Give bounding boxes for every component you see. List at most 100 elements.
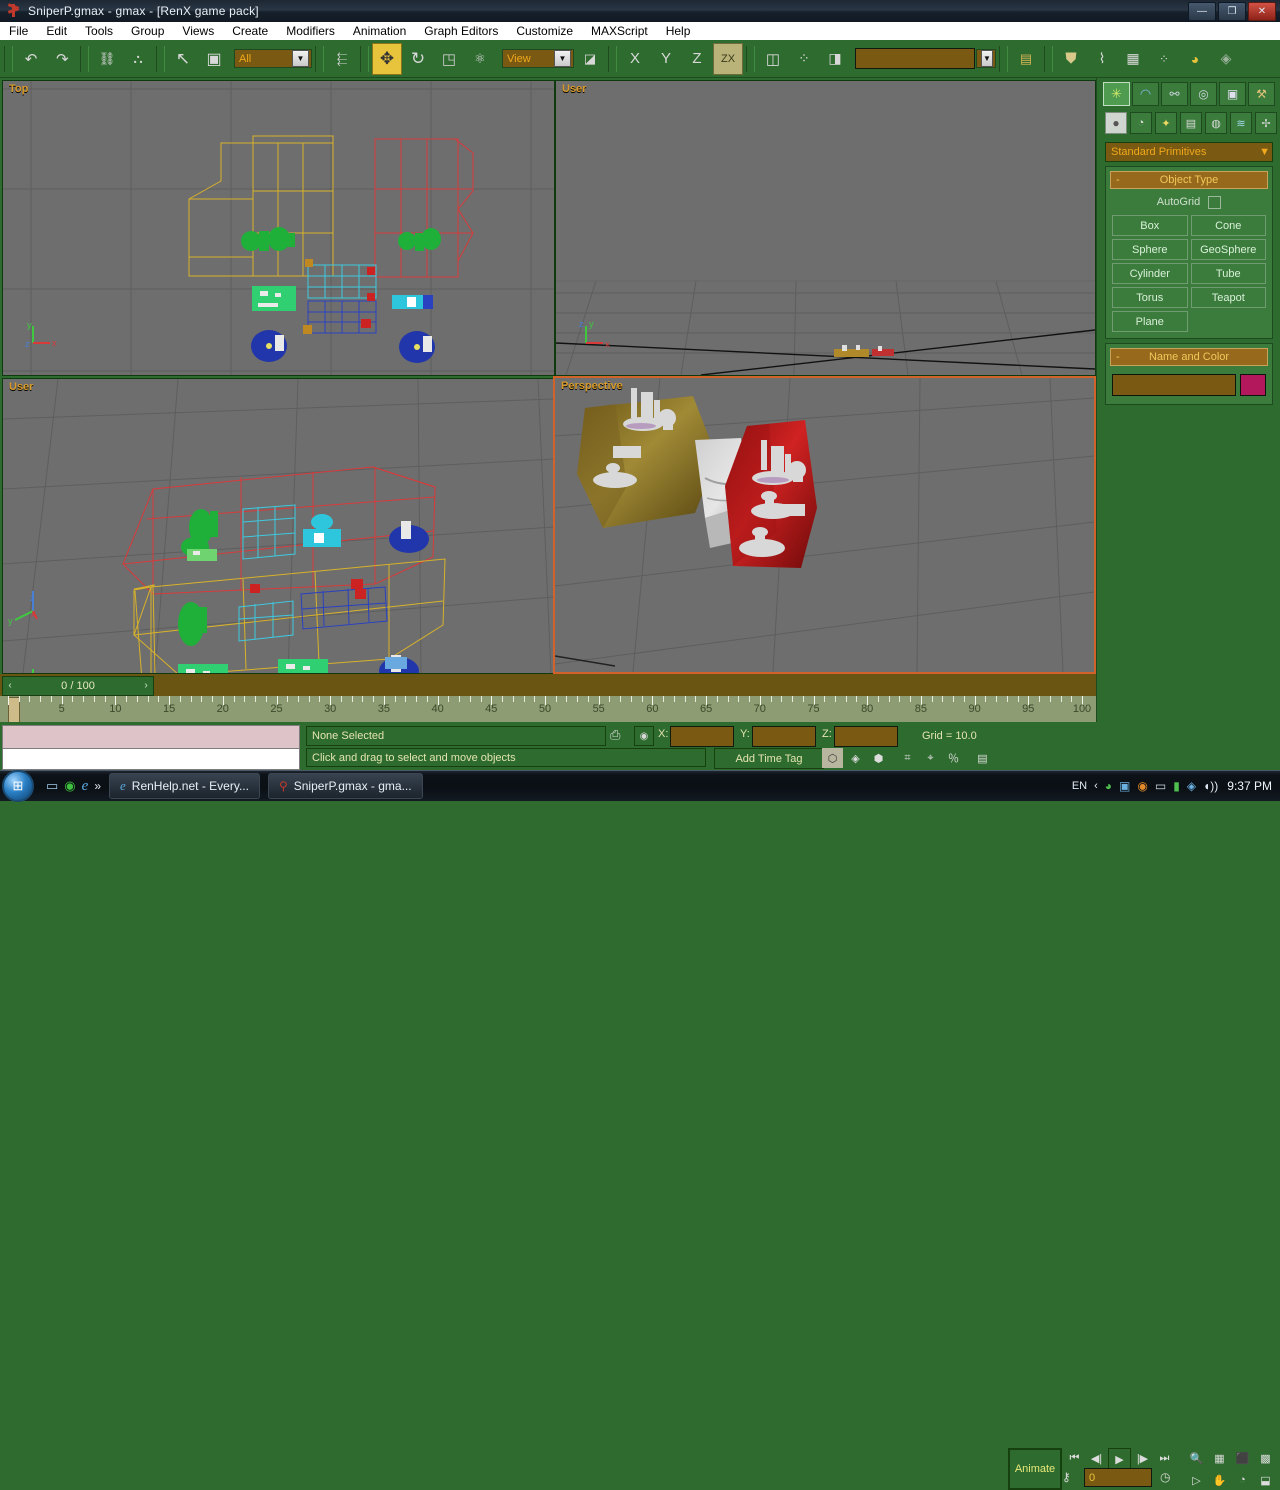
autogrid-checkbox[interactable] [1208, 196, 1221, 209]
menu-item-modifiers[interactable]: Modifiers [277, 22, 344, 40]
object-type-button-tube[interactable]: Tube [1191, 263, 1267, 284]
object-name-field[interactable] [1112, 374, 1236, 396]
animate-button[interactable]: Animate [1008, 1448, 1062, 1490]
percent-snap-toggle-icon[interactable]: ％ [943, 748, 964, 768]
object-type-button-cylinder[interactable]: Cylinder [1112, 263, 1188, 284]
create-space-warps-icon[interactable]: ≋ [1230, 112, 1252, 134]
w3d-export-icon[interactable]: ◈ [1211, 43, 1241, 75]
selection-filter-combo[interactable]: All ▼ [234, 49, 312, 68]
chevron-down-icon[interactable]: ▼ [554, 50, 571, 67]
material-id-icon[interactable]: ⁘ [1149, 43, 1179, 75]
object-type-button-cone[interactable]: Cone [1191, 215, 1267, 236]
name-and-color-header[interactable]: - Name and Color [1110, 348, 1268, 366]
select-by-name-icon[interactable]: ⬱ [327, 43, 357, 75]
internet-explorer-icon[interactable]: e [82, 778, 89, 795]
field-of-view-icon[interactable]: ▷ [1186, 1470, 1207, 1490]
tray-volume-icon[interactable]: ◖)) [1203, 779, 1218, 793]
next-frame-arrow[interactable]: › [139, 677, 153, 693]
object-type-button-sphere[interactable]: Sphere [1112, 239, 1188, 260]
object-category-combo[interactable]: Standard Primitives ▼ [1105, 142, 1273, 162]
snap-toggle-icon[interactable]: ⬡ [822, 748, 843, 768]
object-type-header[interactable]: - Object Type [1110, 171, 1268, 189]
restrict-plane-icon[interactable]: ZX [713, 43, 743, 75]
minimize-button[interactable]: — [1188, 2, 1216, 21]
spinner-snap-x3-icon[interactable]: ⌗ [897, 748, 918, 768]
zoom-all-icon[interactable]: ▦ [1209, 1448, 1230, 1468]
previous-frame-arrow[interactable]: ‹ [3, 677, 17, 693]
tray-display-icon[interactable]: ▭ [1155, 779, 1166, 793]
chevron-down-icon[interactable]: ▼ [292, 50, 309, 67]
tray-battery-icon[interactable]: ▮ [1173, 779, 1180, 793]
layer-manager-icon[interactable]: ◨ [820, 43, 850, 75]
tray-clock[interactable]: 9:37 PM [1227, 779, 1272, 793]
undo-icon[interactable]: ↶ [16, 43, 46, 75]
next-frame-icon[interactable]: |▶ [1132, 1448, 1153, 1468]
viewport-user-bottom[interactable]: User [2, 378, 555, 674]
tab-motion[interactable]: ◎ [1190, 82, 1217, 106]
restrict-x-icon[interactable]: X [620, 43, 650, 75]
create-systems-icon[interactable]: ✢ [1255, 112, 1277, 134]
z-coordinate-field[interactable] [834, 726, 898, 747]
create-shapes-icon[interactable]: ◔ [1130, 112, 1152, 134]
unlink-selection-icon[interactable]: ⛬ [123, 43, 153, 75]
tab-modify[interactable]: ◠ [1132, 82, 1159, 106]
menu-item-animation[interactable]: Animation [344, 22, 415, 40]
restore-button[interactable]: ❐ [1218, 2, 1246, 21]
tab-hierarchy[interactable]: ⚯ [1161, 82, 1188, 106]
chevron-down-icon[interactable]: ▼ [1259, 146, 1270, 158]
tray-network-icon[interactable]: ◈ [1187, 779, 1196, 793]
angle-snap-icon[interactable]: ◈ [845, 748, 866, 768]
select-and-move-icon[interactable]: ✥ [372, 43, 402, 75]
object-type-button-geosphere[interactable]: GeoSphere [1191, 239, 1267, 260]
go-to-start-icon[interactable]: ⏮ [1064, 1448, 1085, 1468]
menu-item-group[interactable]: Group [122, 22, 173, 40]
select-region-icon[interactable]: ▣ [199, 43, 229, 75]
time-configuration-icon[interactable]: ◷ [1160, 1470, 1170, 1484]
menu-item-create[interactable]: Create [223, 22, 277, 40]
create-lights-icon[interactable]: ✦ [1155, 112, 1177, 134]
collapse-icon[interactable]: - [1116, 174, 1120, 186]
select-and-scale-icon[interactable]: ◳ [434, 43, 464, 75]
material-editor-icon[interactable]: ▦ [1118, 43, 1148, 75]
arc-rotate-icon[interactable]: ◔ [1232, 1470, 1253, 1490]
menu-item-edit[interactable]: Edit [37, 22, 76, 40]
zoom-extents-icon[interactable]: ⬛ [1232, 1448, 1253, 1468]
collapse-icon[interactable]: - [1116, 351, 1120, 363]
taskbar-item-gmax[interactable]: ⚲ SniperP.gmax - gma... [268, 773, 423, 799]
percent-snap-icon[interactable]: ⬢ [868, 748, 889, 768]
menu-item-customize[interactable]: Customize [507, 22, 582, 40]
named-selection-sets-field[interactable] [855, 48, 975, 69]
tab-display[interactable]: ▣ [1219, 82, 1246, 106]
start-orb[interactable]: ⊞ [2, 770, 34, 802]
play-animation-icon[interactable]: ▶ [1108, 1448, 1131, 1470]
viewport-user-right[interactable]: User [555, 80, 1096, 376]
align-icon[interactable]: ⁘ [789, 43, 819, 75]
tray-chrome-icon[interactable]: ◉ [1137, 779, 1147, 793]
quicklaunch-overflow-icon[interactable]: » [94, 779, 101, 793]
show-desktop-icon[interactable]: ▭ [46, 778, 58, 794]
current-key-field[interactable]: 0 [1084, 1468, 1152, 1487]
key-mode-toggle-icon[interactable]: ⚷ [1062, 1470, 1071, 1484]
create-cameras-icon[interactable]: ▤ [1180, 112, 1202, 134]
menu-item-tools[interactable]: Tools [76, 22, 122, 40]
named-selection-dropdown[interactable]: ▼ [976, 49, 996, 68]
previous-frame-icon[interactable]: ◀| [1086, 1448, 1107, 1468]
create-helpers-icon[interactable]: ◍ [1205, 112, 1227, 134]
object-type-button-teapot[interactable]: Teapot [1191, 287, 1267, 308]
zoom-icon[interactable]: 🔍 [1186, 1448, 1207, 1468]
reference-coordinate-system-combo[interactable]: View ▼ [502, 49, 574, 68]
menu-item-graph-editors[interactable]: Graph Editors [415, 22, 507, 40]
select-and-link-icon[interactable]: ⛓ [92, 43, 122, 75]
menu-item-file[interactable]: File [0, 22, 37, 40]
use-transform-center-icon[interactable]: ◪ [575, 43, 605, 75]
time-slider[interactable]: ‹ 0 / 100 › [2, 676, 154, 696]
maxscript-listener-output[interactable] [2, 725, 300, 749]
spinner-snap-toggle-icon[interactable]: ▤ [972, 748, 993, 768]
timeline-ruler[interactable]: 5101520253035404550556065707580859095100 [0, 696, 1096, 722]
tray-user-icon[interactable]: ◕ [1105, 779, 1112, 793]
w3d-shield-icon[interactable]: ⛊ [1056, 43, 1086, 75]
redo-icon[interactable]: ↶ [47, 43, 77, 75]
select-object-icon[interactable]: ↖ [168, 43, 198, 75]
named-selection-copy-icon[interactable]: ⌖ [920, 748, 941, 768]
taskbar-item-renhelp[interactable]: e RenHelp.net - Every... [109, 773, 260, 799]
